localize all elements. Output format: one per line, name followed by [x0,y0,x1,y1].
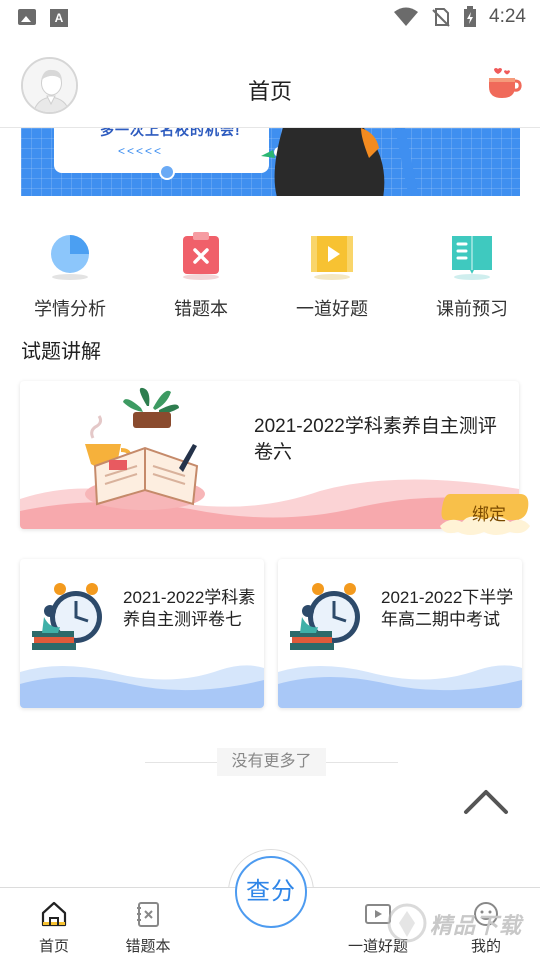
paper-card[interactable]: 2021-2022下半学年高二期中考试 [278,559,522,708]
promo-banner[interactable]: 多一次上名校的机会! <<<<< [21,128,520,196]
quick-nav-label: 学情分析 [34,299,106,319]
watermark-text: 精品下载 [430,913,523,938]
image-notification-icon [18,9,36,25]
quick-nav-wrong-book[interactable]: 错题本 [141,225,261,321]
list-end-indicator: 没有更多了 [145,748,398,776]
quick-nav-label: 课前预习 [436,299,508,319]
bind-badge[interactable]: 绑定 [472,500,506,525]
quick-nav-learning-analysis[interactable]: 学情分析 [10,225,130,321]
banner-pager-dot [159,164,175,180]
battery-icon [464,6,477,27]
book-icon [452,236,492,280]
pie-chart-icon [51,235,89,280]
bottom-nav-label: 错题本 [125,938,171,955]
paper-card[interactable]: 2021-2022学科素养自主测评卷七 [20,559,264,708]
clipboard-x-icon [183,232,219,280]
banner-arrows: <<<<< [118,144,164,158]
font-notification-icon: A [50,9,68,27]
no-sim-icon [432,8,450,27]
bottom-nav-wrong-book[interactable]: 错题本 [108,900,188,956]
banner-text: 多一次上名校的机会! [100,128,241,138]
back-to-top-icon[interactable] [462,786,510,816]
status-bar: A 4:24 [0,0,540,36]
quick-nav-good-question[interactable]: 一道好题 [272,225,392,321]
wifi-icon [394,7,419,26]
status-time: 4:24 [489,6,526,27]
check-score-button[interactable]: 查分 [235,856,307,928]
card-wave-decoration [20,665,264,708]
bottom-nav-label: 首页 [38,938,69,955]
list-end-text: 没有更多了 [217,748,326,776]
book-plant-illustration-icon [85,387,205,510]
section-title: 试题讲解 [21,341,101,363]
card-wave-decoration [278,665,522,708]
video-play-icon [311,236,353,280]
featured-paper-title: 2021-2022学科素养自主测评卷六 [254,416,497,463]
graduate-illustration-icon [261,128,419,196]
quick-nav-preview[interactable]: 课前预习 [412,225,532,321]
clock-study-illustration-icon [32,583,102,650]
app-header: 首页 [0,52,540,124]
tea-cup-icon[interactable] [486,65,522,101]
home-icon [41,901,67,927]
wrong-book-icon [137,902,159,927]
paper-title: 2021-2022下半学年高二期中考试 [381,588,514,629]
paper-title: 2021-2022学科素养自主测评卷七 [123,588,256,629]
page-title: 首页 [247,79,292,104]
quick-nav-label: 一道好题 [296,299,368,319]
bottom-nav-home[interactable]: 首页 [14,900,94,956]
quick-nav: 学情分析 错题本 一道好题 课前预习 [0,225,540,319]
clock-study-illustration-icon [290,583,360,650]
quick-nav-label: 错题本 [174,299,228,319]
